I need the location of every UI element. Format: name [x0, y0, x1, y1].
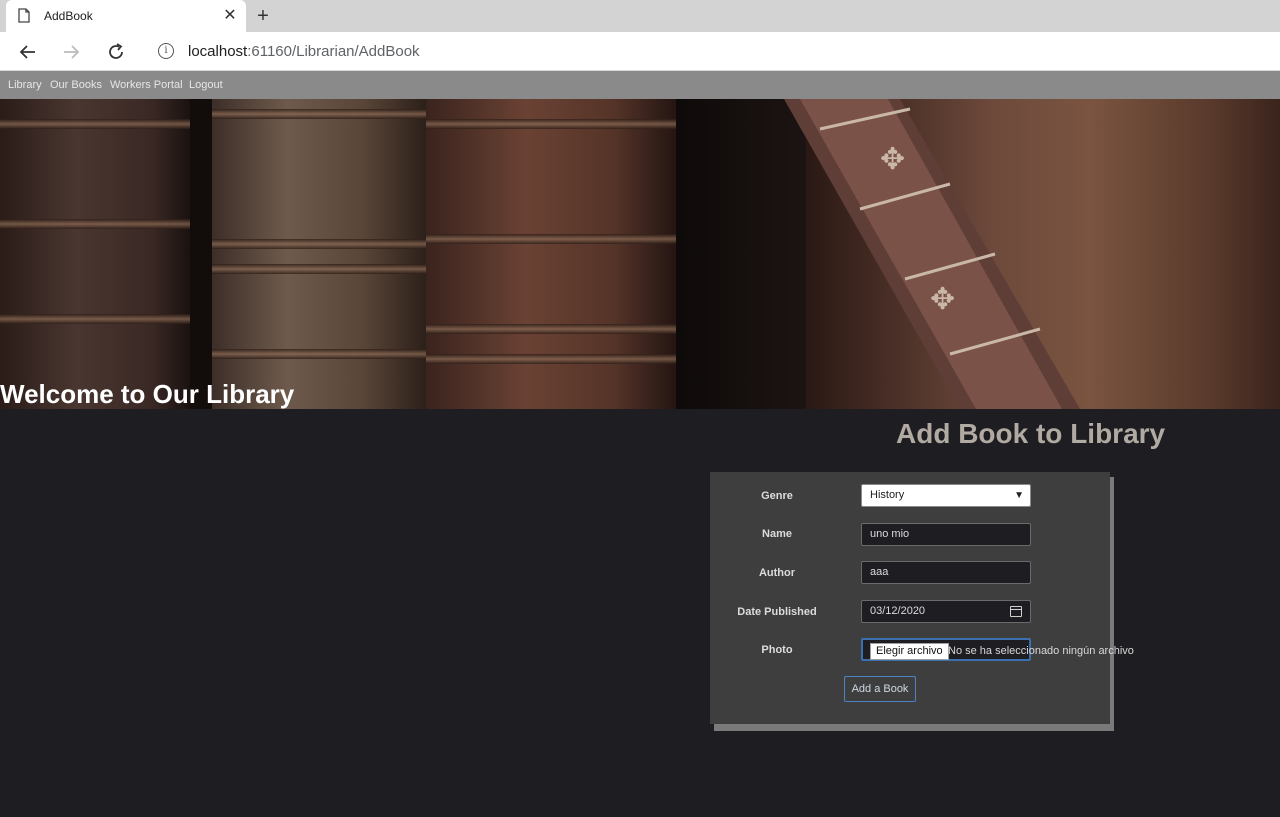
name-label: Name [762, 528, 792, 540]
genre-label: Genre [761, 490, 793, 502]
name-field-value: uno mio [870, 528, 910, 540]
nav-link-library[interactable]: Library [8, 79, 42, 91]
choose-file-button[interactable]: Elegir archivo [870, 643, 949, 660]
date-published-field[interactable]: 03/12/2020 [861, 600, 1031, 623]
date-published-label: Date Published [737, 606, 817, 618]
svg-text:✥: ✥ [930, 282, 955, 317]
hero-title: Welcome to Our Library [0, 379, 295, 409]
browser-toolbar: i localhost:61160/Librarian/AddBook [0, 32, 1280, 71]
file-status-text: No se ha seleccionado ningún archivo [948, 645, 1134, 657]
book-spine [212, 99, 426, 409]
genre-select-value: History [870, 489, 905, 501]
svg-text:✥: ✥ [880, 142, 905, 177]
tab-title: AddBook [44, 9, 93, 23]
add-book-form: Genre History ▼ Name uno mio Author aaa … [710, 472, 1134, 724]
calendar-icon[interactable] [1010, 606, 1022, 617]
page-icon [18, 8, 30, 23]
add-book-button[interactable]: Add a Book [844, 676, 916, 702]
browser-tab-strip: AddBook ✕ + [0, 0, 1280, 32]
author-label: Author [758, 567, 796, 579]
book-spine [0, 99, 190, 409]
back-arrow-icon[interactable] [17, 41, 39, 63]
chevron-down-icon: ▼ [1014, 490, 1024, 501]
date-published-value: 03/12/2020 [870, 605, 926, 617]
photo-file-input[interactable]: Elegir archivo No se ha seleccionado nin… [861, 638, 1134, 661]
nav-link-workers-portal[interactable]: Workers Portal [110, 79, 183, 91]
new-tab-icon[interactable]: + [254, 6, 272, 26]
tilted-book-icon: ✥ ✥ [784, 99, 1080, 409]
forward-arrow-icon[interactable] [60, 41, 82, 63]
name-field[interactable]: uno mio [861, 523, 1031, 546]
book-spine [426, 99, 676, 409]
form-heading: Add Book to Library [896, 418, 1166, 449]
book-spine [190, 99, 212, 409]
address-bar[interactable]: i localhost:61160/Librarian/AddBook [146, 36, 1280, 66]
browser-tab[interactable]: AddBook ✕ [6, 0, 246, 32]
photo-label: Photo [761, 644, 793, 656]
nav-link-logout[interactable]: Logout [189, 79, 223, 91]
author-field[interactable]: aaa [861, 561, 1031, 584]
close-icon[interactable]: ✕ [222, 8, 238, 24]
reload-icon[interactable] [105, 41, 127, 63]
hero-banner: ✥ ✥ Welcome to Our Library [0, 99, 1280, 409]
genre-select[interactable]: History ▼ [861, 484, 1031, 507]
author-field-value: aaa [870, 566, 889, 578]
nav-link-our-books[interactable]: Our Books [50, 79, 102, 91]
info-icon[interactable]: i [158, 43, 174, 59]
url-text: localhost:61160/Librarian/AddBook [188, 43, 420, 60]
site-nav: Library Our Books Workers Portal Logout [0, 71, 1280, 99]
